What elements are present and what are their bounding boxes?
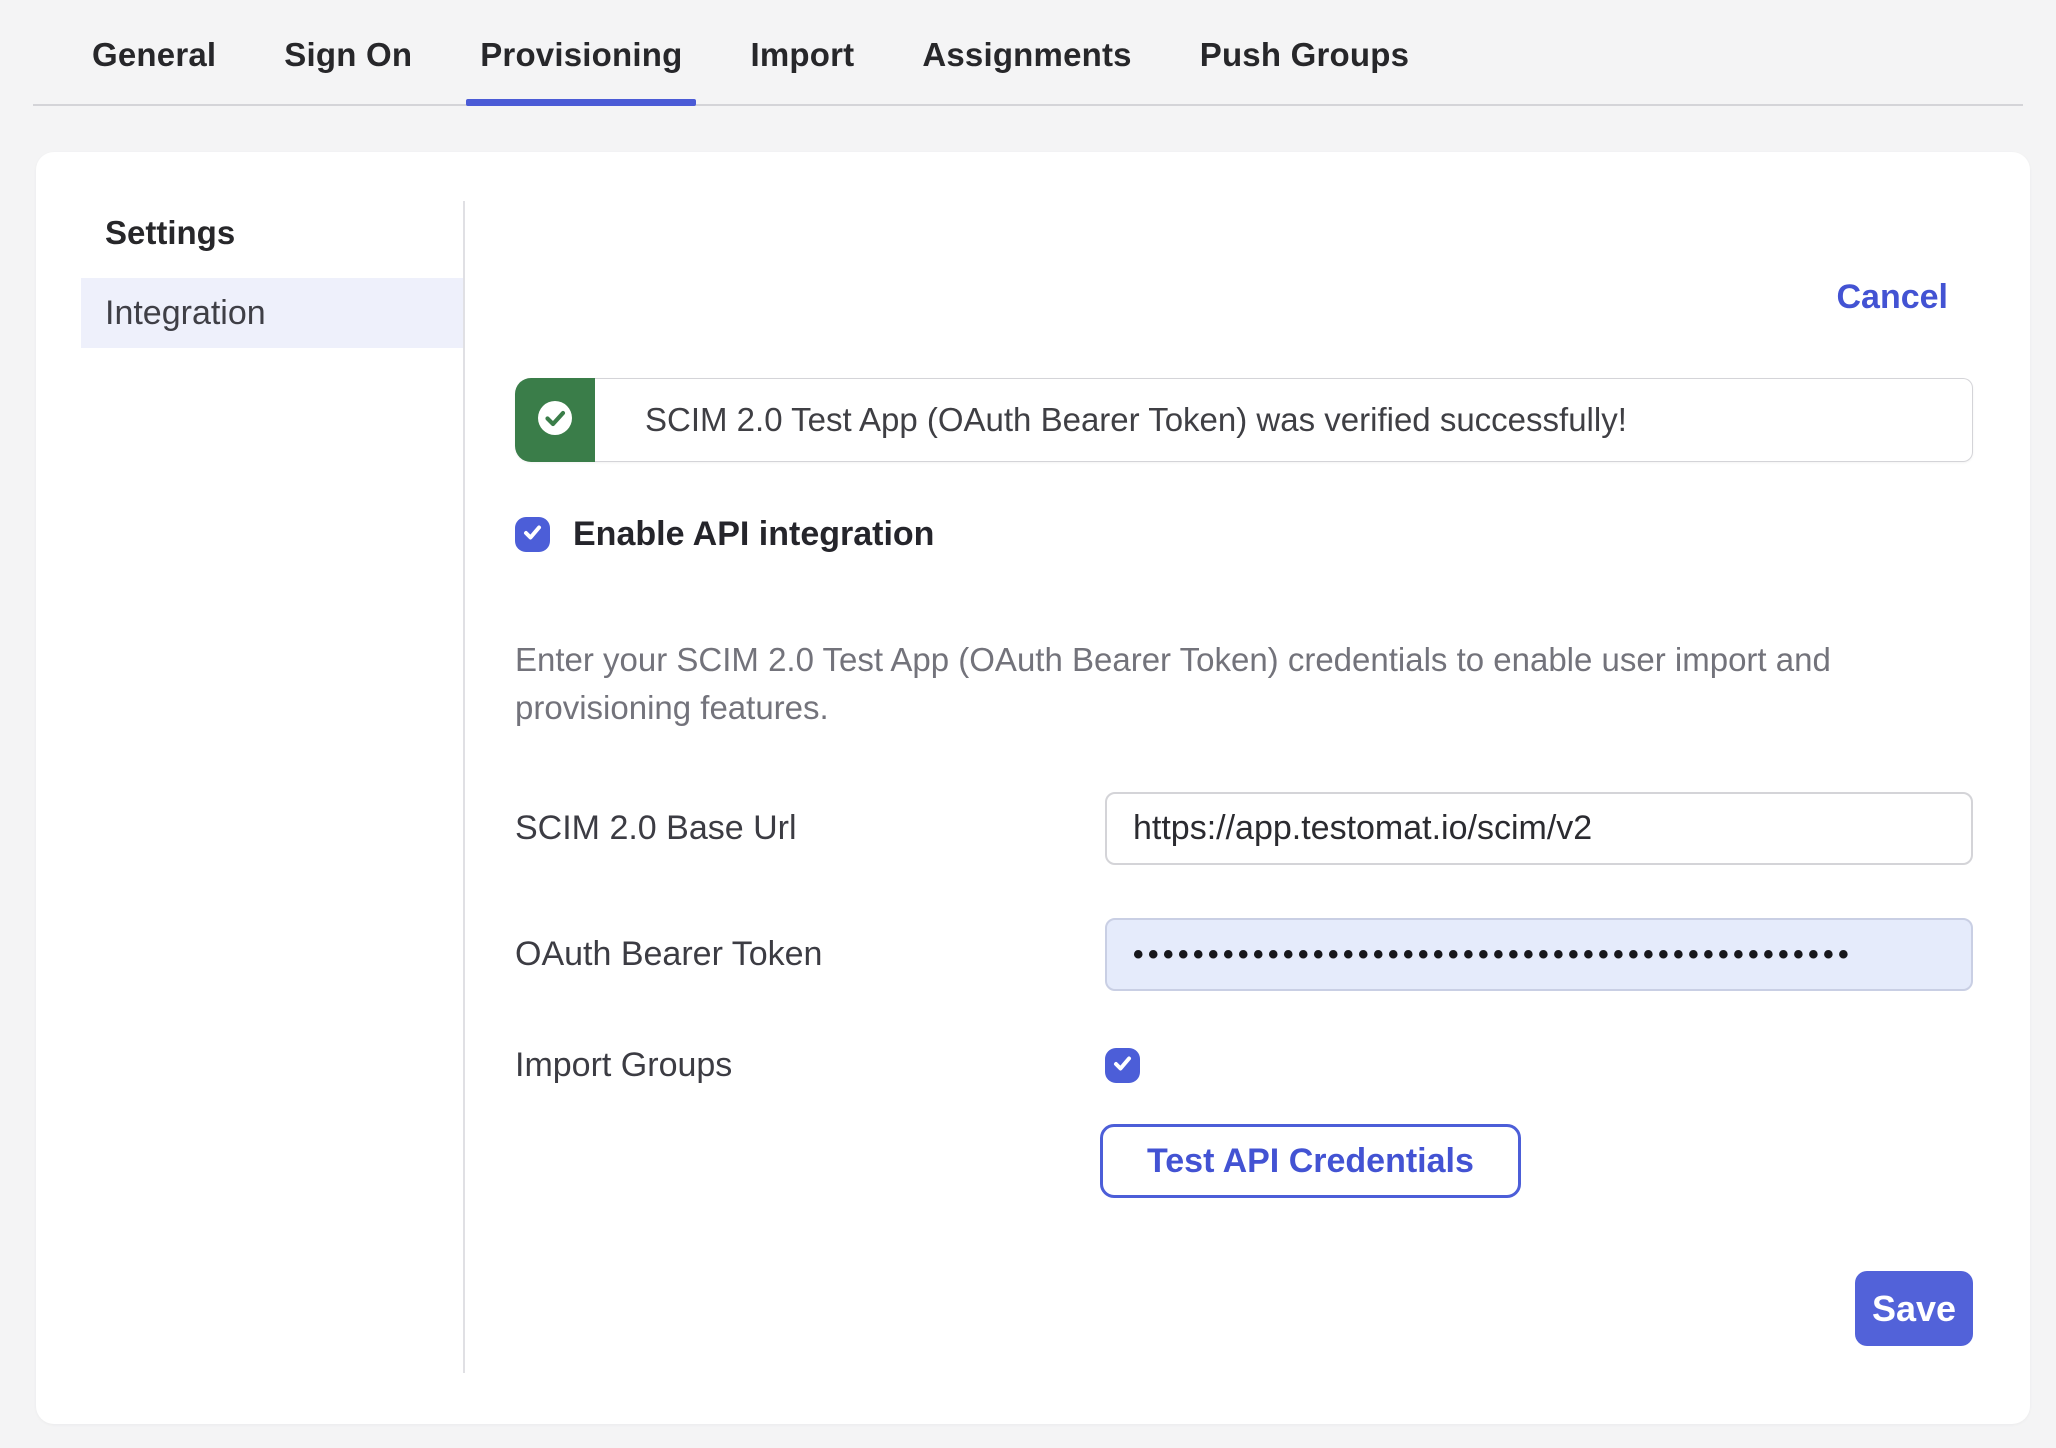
credentials-description: Enter your SCIM 2.0 Test App (OAuth Bear…	[515, 636, 1905, 732]
sidebar-item-integration[interactable]: Integration	[81, 278, 463, 348]
import-groups-checkbox[interactable]	[1105, 1048, 1140, 1083]
check-circle-icon	[537, 400, 573, 441]
success-banner-message: SCIM 2.0 Test App (OAuth Bearer Token) w…	[595, 378, 1973, 462]
tab-general[interactable]: General	[78, 36, 230, 104]
sidebar-item-label: Integration	[105, 294, 266, 333]
tab-assignments[interactable]: Assignments	[908, 36, 1145, 104]
enable-api-label: Enable API integration	[573, 515, 934, 554]
bearer-token-label: OAuth Bearer Token	[515, 935, 1105, 974]
checkmark-icon	[521, 521, 544, 549]
tab-push-groups[interactable]: Push Groups	[1186, 36, 1423, 104]
success-banner-icon-block	[515, 378, 595, 462]
import-groups-label: Import Groups	[515, 1046, 1105, 1085]
cancel-row: Cancel	[515, 278, 1973, 317]
cancel-link[interactable]: Cancel	[1837, 278, 1949, 316]
settings-sidebar: Settings Integration	[36, 152, 463, 1424]
bearer-token-row: OAuth Bearer Token	[515, 918, 1973, 991]
enable-api-row: Enable API integration	[515, 515, 1973, 554]
provisioning-card: Settings Integration Cancel SCIM 2.0 Tes…	[36, 152, 2030, 1424]
tab-sign-on[interactable]: Sign On	[270, 36, 426, 104]
tab-import[interactable]: Import	[736, 36, 868, 104]
base-url-label: SCIM 2.0 Base Url	[515, 809, 1105, 848]
checkmark-icon	[1111, 1052, 1134, 1080]
integration-form: Cancel SCIM 2.0 Test App (OAuth Bearer T…	[465, 152, 2030, 1424]
save-row: Save	[515, 1271, 1973, 1346]
bearer-token-input[interactable]	[1105, 918, 1973, 991]
enable-api-checkbox[interactable]	[515, 517, 550, 552]
test-api-credentials-button[interactable]: Test API Credentials	[1100, 1124, 1521, 1198]
base-url-input[interactable]	[1105, 792, 1973, 865]
test-credentials-row: Test API Credentials	[515, 1124, 1973, 1198]
import-groups-row: Import Groups	[515, 1046, 1973, 1085]
success-banner: SCIM 2.0 Test App (OAuth Bearer Token) w…	[515, 378, 1973, 462]
tab-provisioning[interactable]: Provisioning	[466, 36, 696, 104]
app-tabbar: General Sign On Provisioning Import Assi…	[33, 0, 2023, 106]
base-url-row: SCIM 2.0 Base Url	[515, 792, 1973, 865]
sidebar-heading: Settings	[105, 214, 463, 252]
save-button[interactable]: Save	[1855, 1271, 1973, 1346]
